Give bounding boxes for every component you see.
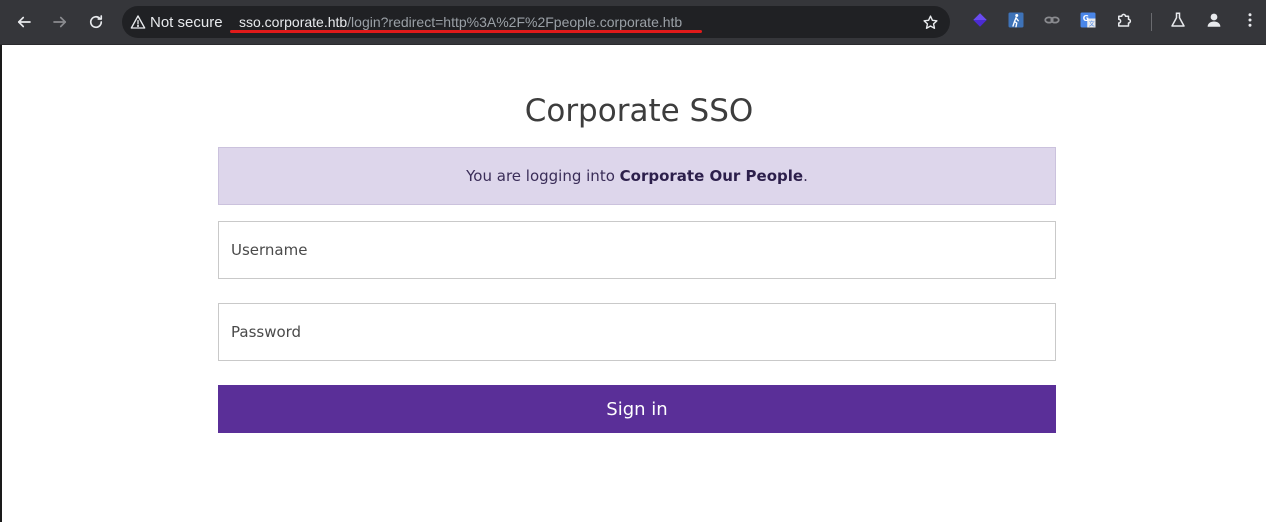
site-info-chip[interactable]: Not secure	[130, 6, 223, 38]
url-text[interactable]: sso.corporate.htb/login?redirect=http%3A…	[239, 6, 682, 38]
svg-text:文: 文	[1089, 20, 1095, 28]
url-path: /login?redirect=http%3A%2F%2Fpeople.corp…	[347, 14, 683, 30]
warning-triangle-icon	[130, 15, 146, 29]
star-icon	[922, 14, 938, 29]
translate-extension-icon: G文	[1080, 12, 1096, 28]
notice-app-name: Corporate Our People	[619, 167, 804, 185]
extension-blue-figure[interactable]	[1007, 11, 1025, 29]
bookmark-button[interactable]	[916, 6, 944, 38]
extensions-button[interactable]	[1115, 11, 1133, 29]
url-host: sso.corporate.htb	[239, 14, 348, 30]
page-title: Corporate SSO	[524, 93, 754, 129]
person-icon	[1207, 13, 1221, 27]
toolbar-divider	[1151, 13, 1152, 31]
flask-icon	[1171, 12, 1185, 27]
browser-toolbar: Not secure sso.corporate.htb/login?redir…	[0, 0, 1266, 45]
password-field[interactable]	[218, 303, 1056, 361]
blue-figure-extension-icon	[1008, 12, 1024, 28]
reload-button[interactable]	[80, 6, 112, 38]
extension-translate[interactable]: G文	[1079, 11, 1097, 29]
not-secure-label: Not secure	[150, 13, 223, 31]
url-annotation-underline	[230, 30, 702, 33]
labs-button[interactable]	[1169, 11, 1187, 29]
svg-text:G: G	[1083, 14, 1089, 23]
arrow-right-icon	[53, 16, 67, 28]
arrow-left-icon	[17, 16, 31, 28]
notice-suffix: .	[803, 167, 808, 185]
notice-prefix: You are logging into	[466, 167, 620, 185]
address-bar[interactable]: Not secure sso.corporate.htb/login?redir…	[122, 6, 950, 38]
extension-link[interactable]	[1043, 11, 1061, 29]
login-notice: You are logging into Corporate Our Peopl…	[218, 147, 1056, 205]
more-vertical-icon	[1248, 13, 1252, 27]
puzzle-icon	[1118, 13, 1132, 27]
link-extension-icon	[1044, 16, 1060, 24]
username-field[interactable]	[218, 221, 1056, 279]
reload-icon	[89, 15, 103, 29]
browser-menu-button[interactable]	[1241, 11, 1259, 29]
sign-in-button[interactable]: Sign in	[218, 385, 1056, 433]
forward-button[interactable]	[44, 6, 76, 38]
login-page: Corporate SSO You are logging into Corpo…	[0, 45, 1266, 522]
purple-diamond-extension-icon	[973, 13, 987, 27]
profile-button[interactable]	[1205, 11, 1223, 29]
extension-purple-diamond[interactable]	[971, 11, 989, 29]
back-button[interactable]	[8, 6, 40, 38]
